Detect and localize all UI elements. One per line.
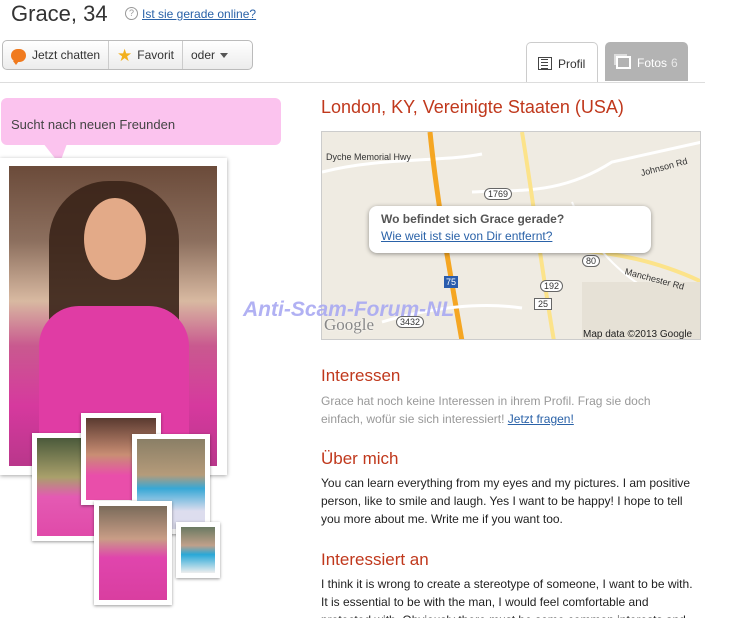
tab-fotos-label: Fotos [637, 56, 668, 70]
action-bar: Jetzt chatten ★ Favorit oder [2, 40, 253, 70]
tab-fotos[interactable]: Fotos 6 [605, 42, 688, 81]
location-title: London, KY, Vereinigte Staaten (USA) [321, 97, 624, 117]
map-label: 80 [582, 255, 601, 267]
tab-profil-label: Profil [558, 57, 586, 71]
map-label: Dyche Memorial Hwy [326, 152, 412, 162]
chat-button-label: Jetzt chatten [32, 48, 101, 62]
interests-heading: Interessen [321, 366, 401, 385]
map-popup-question: Wo befindet sich Grace gerade? [381, 212, 565, 226]
chat-bubble-icon [11, 48, 26, 65]
ask-now-link[interactable]: Jetzt fragen! [508, 412, 574, 426]
photos-icon [616, 56, 631, 69]
watermark: Anti-Scam-Forum-NL [243, 298, 455, 321]
map-label: 75 [444, 276, 459, 288]
help-circle-icon: ? [125, 7, 138, 20]
map-label: 192 [540, 280, 564, 292]
map-info-popup: Wo befindet sich Grace gerade? Wie weit … [369, 206, 651, 253]
chat-button[interactable]: Jetzt chatten [3, 41, 110, 69]
tab-fotos-count: 6 [671, 56, 678, 70]
photo-thumbnail[interactable] [176, 522, 220, 578]
map-label: 25 [534, 298, 553, 310]
map-credit: Map data ©2013 Google [583, 329, 693, 340]
favorite-button[interactable]: ★ Favorit [109, 41, 183, 69]
chevron-down-icon [220, 52, 229, 58]
favorite-button-label: Favorit [137, 48, 174, 62]
tab-profil[interactable]: Profil [526, 42, 598, 83]
interests-text: Grace hat noch keine Interessen in ihrem… [321, 392, 681, 428]
status-bubble: Sucht nach neuen Freunden [1, 98, 281, 145]
online-status-link[interactable]: Ist sie gerade online? [142, 7, 256, 21]
profile-name-age: Grace, 34 [11, 1, 108, 26]
profile-doc-icon [538, 57, 552, 70]
more-dropdown[interactable]: oder [183, 41, 236, 69]
more-dropdown-label: oder [190, 48, 216, 62]
about-text: You can learn everything from my eyes an… [321, 476, 691, 526]
tab-divider [0, 82, 705, 83]
interested-in-heading: Interessiert an [321, 550, 429, 569]
distance-link[interactable]: Wie weit ist sie von Dir entfernt? [381, 229, 651, 243]
map-label: 1769 [484, 188, 513, 200]
interested-in-text: I think it is wrong to create a stereoty… [321, 577, 693, 618]
star-icon: ★ [117, 45, 133, 65]
photo-thumbnail[interactable] [94, 501, 172, 605]
interests-body: Grace hat noch keine Interessen in ihrem… [321, 394, 651, 426]
about-heading: Über mich [321, 449, 399, 468]
